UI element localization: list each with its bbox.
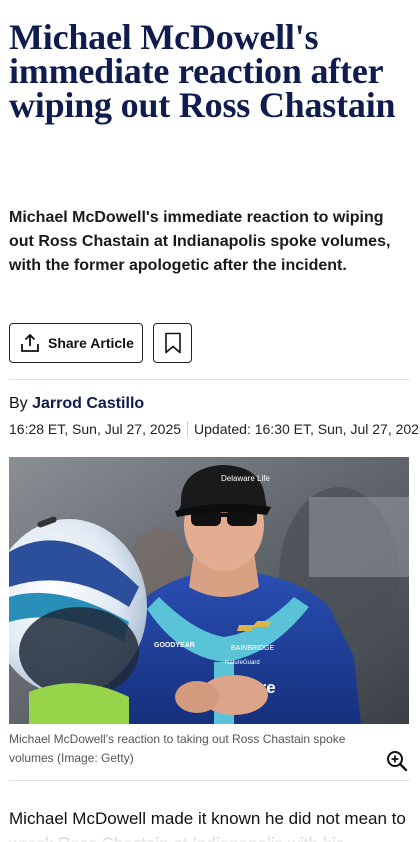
author-link[interactable]: Jarrod Castillo <box>32 395 144 412</box>
article-image[interactable]: Delaware Life GOODYEAR BAINBRIDGE Nature… <box>9 457 409 724</box>
suit-sponsor-1: GOODYEAR <box>154 642 195 649</box>
share-article-button[interactable]: Share Article <box>9 323 143 363</box>
image-caption: Michael McDowell's reaction to taking ou… <box>9 732 346 765</box>
zoom-in-icon[interactable] <box>386 750 408 772</box>
byline-prefix: By <box>9 395 28 412</box>
driver-photo: Delaware Life GOODYEAR BAINBRIDGE Nature… <box>9 457 409 724</box>
article-standfirst: Michael McDowell's immediate reaction to… <box>9 209 391 274</box>
cap-logo-text: Delaware Life <box>221 474 270 483</box>
bookmark-button[interactable] <box>153 323 192 363</box>
content-fade <box>0 826 420 842</box>
share-icon <box>21 334 39 352</box>
divider <box>9 379 409 380</box>
updated-time: Updated: 16:30 ET, Sun, Jul 27, 2025 <box>194 421 420 437</box>
published-time: 16:28 ET, Sun, Jul 27, 2025 <box>9 421 182 437</box>
article-page: Michael McDowell's immediate reaction af… <box>0 0 420 842</box>
date-separator <box>187 421 189 437</box>
suit-sponsor-2: BAINBRIDGE <box>231 645 275 652</box>
suit-sponsor-3: NatureGuard <box>225 660 260 666</box>
byline: By Jarrod Castillo <box>9 394 144 414</box>
divider <box>9 780 409 781</box>
article-headline: Michael McDowell's immediate reaction af… <box>9 17 396 125</box>
article-dates: 16:28 ET, Sun, Jul 27, 2025 Updated: 16:… <box>9 420 420 438</box>
share-article-label: Share Article <box>48 335 134 351</box>
bookmark-icon <box>164 332 181 354</box>
